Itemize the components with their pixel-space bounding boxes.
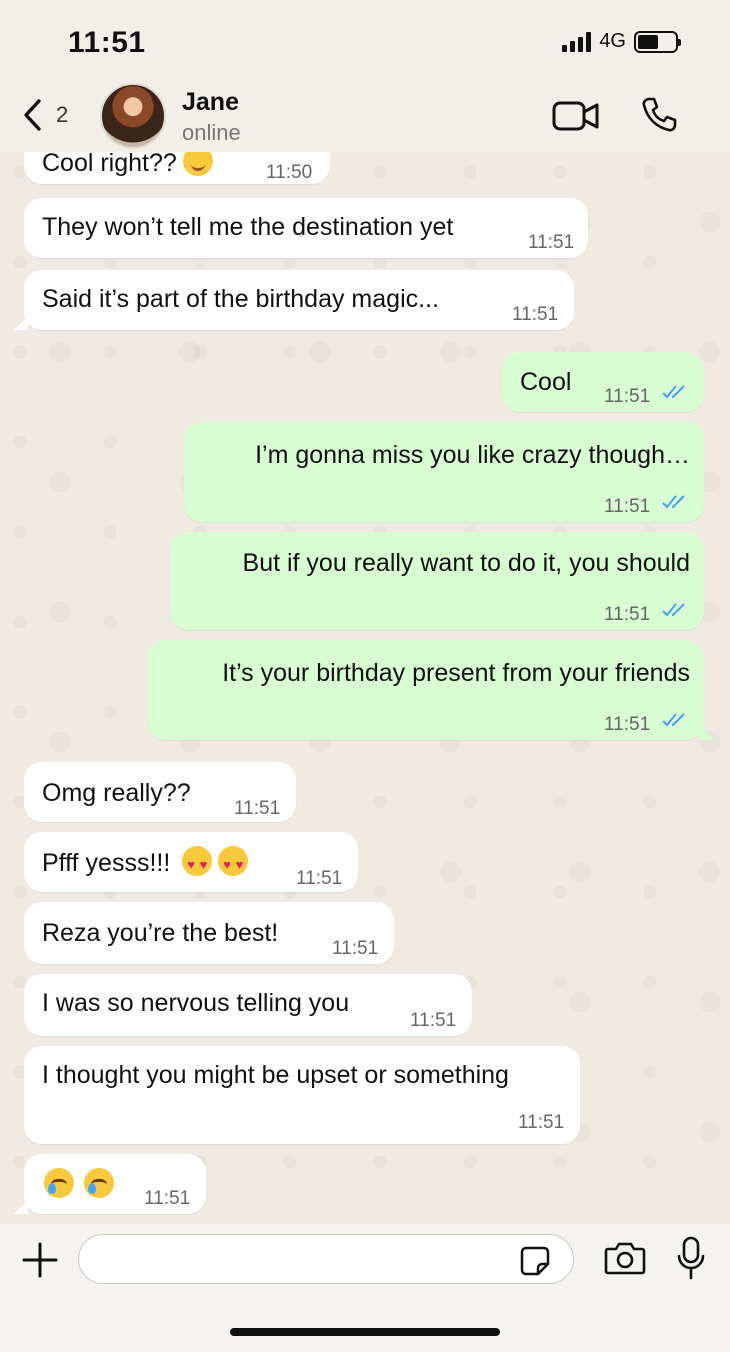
message-text: I’m gonna miss you like crazy though… (255, 441, 690, 469)
message-time: 11:51 (528, 232, 575, 253)
smiling-face-emoji (182, 152, 213, 176)
message-time: 11:51 (604, 386, 651, 407)
plus-icon[interactable] (22, 1242, 58, 1278)
message-bubble-outgoing[interactable]: It’s your birthday present from your fri… (148, 640, 714, 740)
message-text: Said it’s part of the birthday magic... (42, 285, 439, 313)
camera-icon[interactable] (604, 1240, 646, 1276)
back-button[interactable]: 2 (22, 98, 68, 132)
message-bubble-incoming[interactable]: Omg really?? 11:51 (24, 762, 296, 822)
message-time: 11:51 (518, 1112, 565, 1133)
message-text: But if you really want to do it, you sho… (242, 549, 690, 577)
home-indicator (230, 1328, 500, 1336)
message-text: Cool (520, 368, 572, 396)
message-time: 11:51 (604, 496, 651, 517)
message-time: 11:51 (234, 798, 281, 819)
signal-icon (562, 31, 592, 52)
message-bubble-outgoing[interactable]: I’m gonna miss you like crazy though… 11… (184, 422, 704, 522)
message-bubble-incoming[interactable]: 11:51 (14, 1154, 206, 1214)
read-receipt-icon (662, 385, 685, 399)
message-time: 11:51 (512, 304, 559, 325)
message-time: 11:51 (296, 868, 343, 889)
message-text: It’s your birthday present from your fri… (222, 659, 690, 687)
message-input[interactable] (78, 1234, 574, 1284)
unread-count: 2 (56, 102, 69, 127)
message-time: 11:51 (604, 714, 651, 735)
battery-icon (634, 30, 681, 53)
network-label: 4G (599, 30, 626, 52)
message-text: I thought you might be upset or somethin… (42, 1061, 509, 1089)
status-time: 11:51 (68, 26, 146, 59)
heart-eyes-emoji (218, 846, 249, 880)
message-text: Reza you’re the best! (42, 919, 279, 947)
message-bubble-incoming[interactable]: Cool right?? 11:50 (24, 152, 330, 184)
contact-status: online (182, 120, 241, 145)
composer-bar (0, 1224, 730, 1352)
message-bubble-outgoing[interactable]: But if you really want to do it, you sho… (170, 532, 704, 630)
message-text: Cool right?? (42, 152, 177, 177)
message-bubble-incoming[interactable]: I was so nervous telling you 11:51 (24, 974, 472, 1036)
message-bubble-incoming[interactable]: They won’t tell me the destination yet 1… (24, 198, 588, 258)
read-receipt-icon (662, 495, 685, 509)
message-time: 11:51 (410, 1010, 457, 1031)
video-call-icon[interactable] (552, 100, 600, 132)
heart-eyes-emoji (182, 846, 213, 880)
message-text: Omg really?? (42, 779, 191, 807)
avatar[interactable] (100, 83, 166, 149)
message-text: They won’t tell me the destination yet (42, 213, 454, 241)
status-bar: 11:51 4G (0, 0, 730, 80)
message-time: 11:51 (604, 604, 651, 625)
chevron-left-icon (24, 99, 41, 131)
sticker-icon[interactable] (520, 1246, 550, 1276)
read-receipt-icon (662, 603, 685, 617)
message-text: Pfff yesss!!! (42, 849, 171, 877)
message-bubble-incoming[interactable]: I thought you might be upset or somethin… (24, 1046, 580, 1144)
status-indicators: 4G (562, 30, 681, 53)
read-receipt-icon (662, 713, 685, 727)
message-time: 11:51 (332, 938, 379, 959)
face-holding-back-tears-emoji (84, 1168, 114, 1198)
message-bubble-outgoing[interactable]: Cool 11:51 (502, 352, 704, 412)
phone-icon[interactable] (640, 96, 678, 134)
message-time: 11:50 (266, 162, 313, 183)
message-time: 11:51 (144, 1188, 191, 1209)
message-text: I was so nervous telling you (42, 989, 350, 1017)
face-holding-back-tears-emoji (44, 1168, 74, 1198)
microphone-icon[interactable] (676, 1236, 706, 1280)
message-bubble-incoming[interactable]: Pfff yesss!!! 11:51 (24, 832, 358, 892)
contact-name[interactable]: Jane (182, 88, 239, 117)
message-bubble-incoming[interactable]: Reza you’re the best! 11:51 (24, 902, 394, 964)
message-bubble-incoming[interactable]: Said it’s part of the birthday magic... … (14, 270, 574, 330)
message-list[interactable]: Cool right?? 11:50 They won’t tell me th… (0, 152, 730, 1224)
chat-header: 2 Jane online (0, 80, 730, 152)
